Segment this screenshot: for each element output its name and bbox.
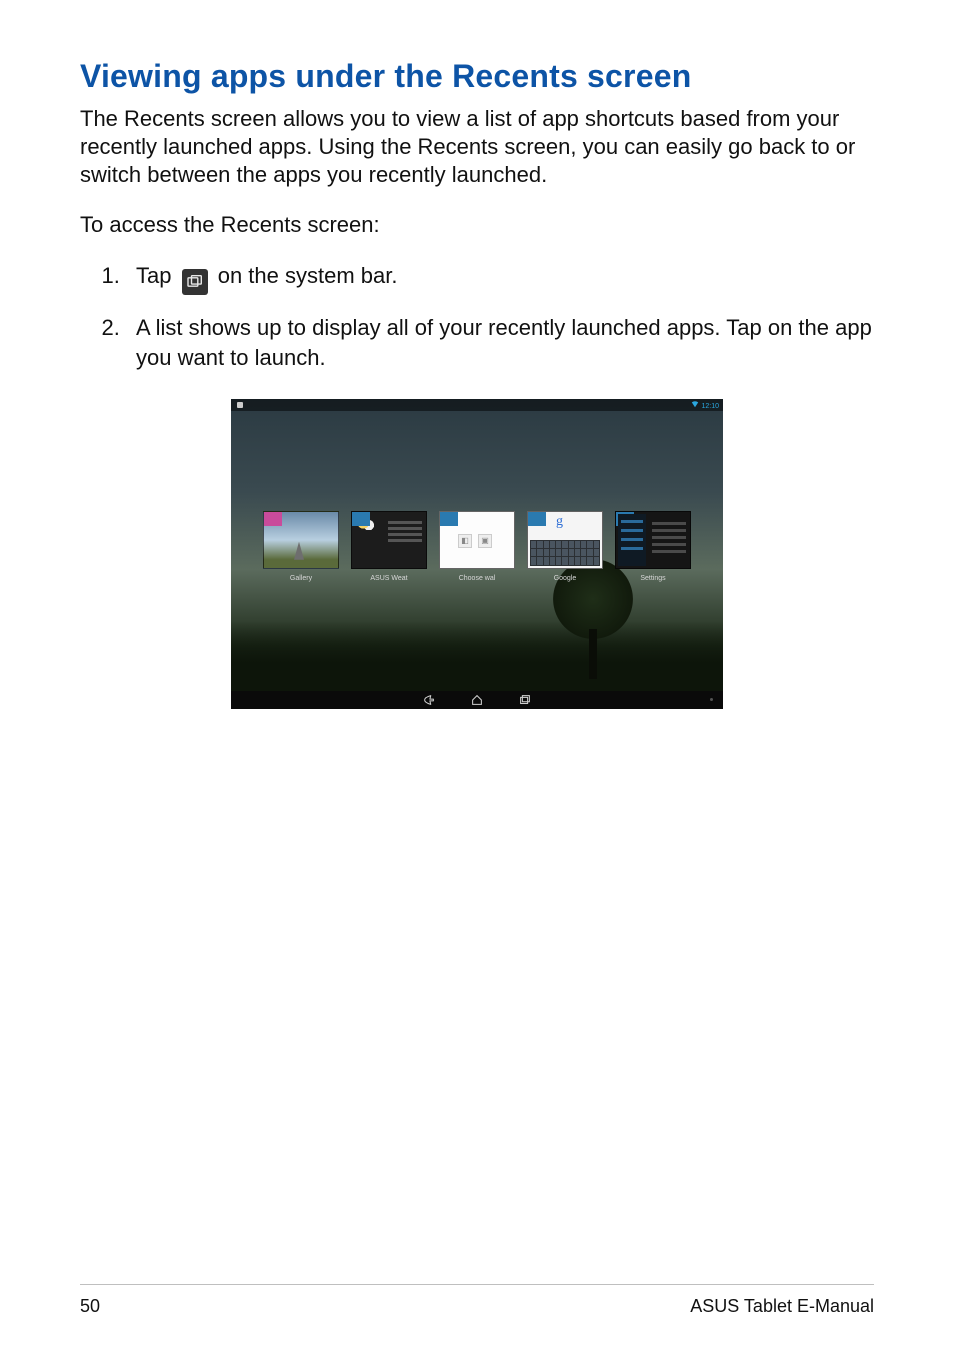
step-1: Tap on the system bar.	[126, 261, 874, 295]
google-g-icon: g	[556, 514, 563, 530]
recent-label: Settings	[640, 575, 665, 582]
recent-thumb-weather	[351, 511, 427, 569]
recent-label: ASUS Weat	[370, 575, 407, 582]
recents-row: Gallery ASUS Weat ◧▣ Choose wal	[231, 511, 723, 582]
recent-thumb-wallpaper: ◧▣	[439, 511, 515, 569]
recent-label: Gallery	[290, 575, 312, 582]
status-bar: 12:10	[231, 399, 723, 411]
footer-title: ASUS Tablet E-Manual	[690, 1296, 874, 1317]
lead-paragraph: To access the Recents screen:	[80, 211, 874, 239]
page-number: 50	[80, 1296, 100, 1317]
recent-label: Choose wal	[459, 575, 496, 582]
back-icon[interactable]	[422, 693, 436, 707]
manual-page: Viewing apps under the Recents screen Th…	[0, 0, 954, 1357]
recent-card-settings[interactable]: Settings	[615, 511, 691, 582]
status-dot	[237, 402, 243, 408]
footer-rule	[80, 1284, 874, 1285]
recents-icon	[182, 269, 208, 295]
recent-card-weather[interactable]: ASUS Weat	[351, 511, 427, 582]
wallpaper-ground	[231, 621, 723, 691]
wifi-icon	[691, 400, 699, 408]
recents-nav-icon[interactable]	[518, 693, 532, 707]
recent-card-wallpaper[interactable]: ◧▣ Choose wal	[439, 511, 515, 582]
step-2: A list shows up to display all of your r…	[126, 313, 874, 372]
step-1-text-b: on the system bar.	[218, 263, 398, 288]
recent-thumb-settings	[615, 511, 691, 569]
screenshot-figure: 12:10 Gallery ASUS Weat	[80, 399, 874, 709]
recent-card-google[interactable]: g Google	[527, 511, 603, 582]
status-time: 12:10	[701, 403, 719, 410]
system-bar	[231, 691, 723, 709]
steps-list: Tap on the system bar. A list shows up t…	[80, 261, 874, 372]
section-heading: Viewing apps under the Recents screen	[80, 58, 874, 95]
page-footer: 50 ASUS Tablet E-Manual	[80, 1296, 874, 1317]
recent-label: Google	[554, 575, 577, 582]
status-right: 12:10	[691, 400, 719, 410]
step-1-text-a: Tap	[136, 263, 178, 288]
recent-thumb-gallery	[263, 511, 339, 569]
nav-more-icon[interactable]	[710, 698, 713, 701]
recent-thumb-google: g	[527, 511, 603, 569]
recent-card-gallery[interactable]: Gallery	[263, 511, 339, 582]
intro-paragraph: The Recents screen allows you to view a …	[80, 105, 874, 189]
tablet-screenshot: 12:10 Gallery ASUS Weat	[231, 399, 723, 709]
home-icon[interactable]	[470, 693, 484, 707]
